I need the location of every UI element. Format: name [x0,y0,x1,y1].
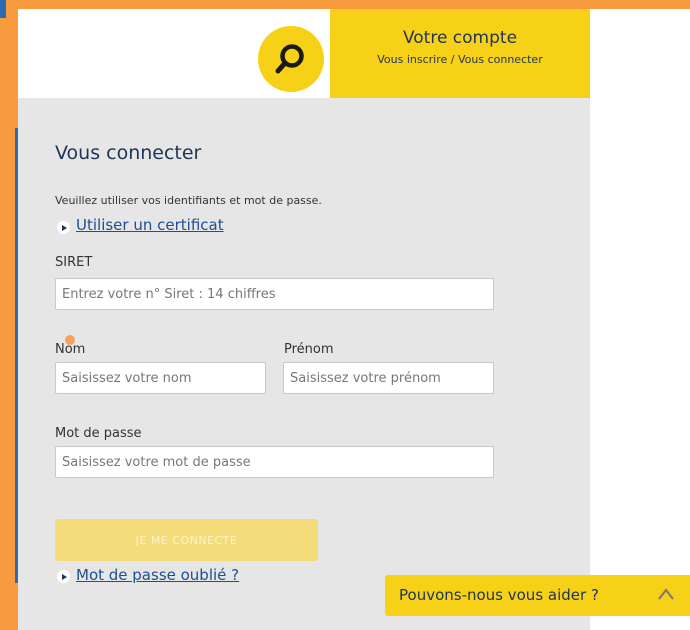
search-icon [275,44,304,74]
page-title: Vous connecter [55,142,202,164]
certificate-link[interactable]: Utiliser un certificat [76,216,224,234]
password-input[interactable] [55,446,494,478]
password-label: Mot de passe [55,426,142,441]
nom-label: Nom [55,342,86,357]
blue-corner-accent [0,0,6,18]
account-panel[interactable]: Votre compte Vous inscrire / Vous connec… [330,9,590,98]
header-white-area [18,9,330,98]
panel-accent-line [15,128,18,583]
help-bar[interactable]: Pouvons-nous vous aider ? [385,575,690,616]
prenom-input[interactable] [283,362,494,394]
siret-input[interactable] [55,278,494,310]
chevron-up-icon[interactable] [657,587,675,601]
arrow-bullet-icon [57,570,70,583]
nom-input[interactable] [55,362,266,394]
help-label: Pouvons-nous vous aider ? [399,586,599,604]
search-button[interactable] [258,26,324,92]
intro-text: Veuillez utiliser vos identifiants et mo… [55,194,322,207]
siret-label: SIRET [55,255,93,270]
prenom-label: Prénom [284,342,334,357]
arrow-bullet-icon [57,221,70,234]
connect-button[interactable]: JE ME CONNECTE [55,519,318,561]
account-subtitle: Vous inscrire / Vous connecter [377,53,543,66]
account-title: Votre compte [402,28,518,48]
forgot-password-link[interactable]: Mot de passe oublié ? [76,566,239,584]
orange-frame-top [0,0,690,9]
